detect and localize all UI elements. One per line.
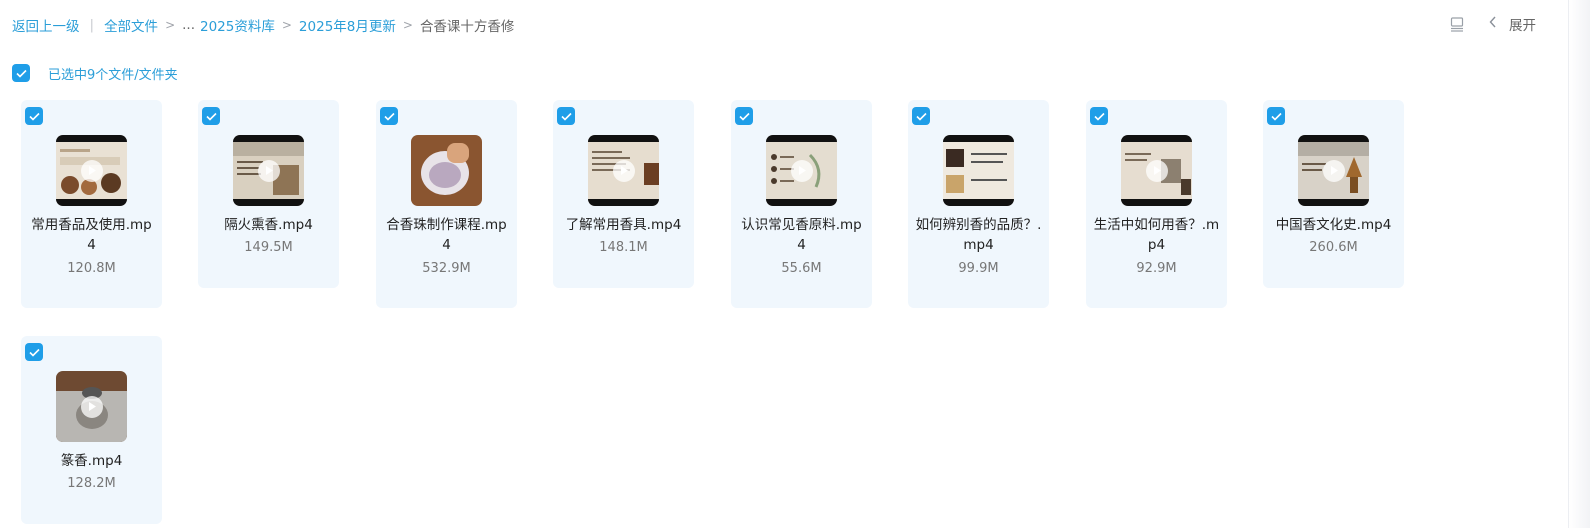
file-name[interactable]: 了解常用香具.mp4 [559, 215, 688, 235]
file-size: 148.1M [599, 240, 648, 255]
breadcrumb-ellipsis[interactable]: ... [182, 17, 195, 33]
file-checkbox[interactable] [735, 107, 753, 125]
file-size: 99.9M [958, 261, 999, 276]
file-card[interactable]: 了解常用香具.mp4 148.1M [553, 100, 694, 288]
file-name[interactable]: 认识常见香原料.mp4 [737, 215, 866, 255]
file-checkbox[interactable] [1267, 107, 1285, 125]
video-thumbnail[interactable] [56, 371, 127, 442]
file-checkbox[interactable] [380, 107, 398, 125]
file-name[interactable]: 中国香文化史.mp4 [1269, 215, 1398, 235]
file-size: 149.5M [244, 240, 293, 255]
file-card[interactable]: 常用香品及使用.mp4 120.8M [21, 100, 162, 308]
breadcrumb-separator: > [165, 18, 176, 32]
file-card[interactable]: 认识常见香原料.mp4 55.6M [731, 100, 872, 308]
file-card[interactable]: 如何辨别香的品质？.mp4 99.9M [908, 100, 1049, 308]
breadcrumb-separator: > [281, 18, 292, 32]
file-card[interactable]: 中国香文化史.mp4 260.6M [1263, 100, 1404, 288]
file-card[interactable]: 合香珠制作课程.mp4 532.9M [376, 100, 517, 308]
file-checkbox[interactable] [25, 107, 43, 125]
breadcrumb-level1[interactable]: 2025资料库 [200, 15, 275, 35]
file-size: 128.2M [67, 476, 116, 491]
file-card[interactable]: 篆香.mp4 128.2M [21, 336, 162, 524]
video-thumbnail[interactable] [1298, 135, 1369, 206]
file-checkbox[interactable] [1090, 107, 1108, 125]
play-icon [80, 395, 103, 418]
play-icon [80, 159, 103, 182]
file-size: 55.6M [781, 261, 822, 276]
breadcrumb-current: 合香课十方香修 [419, 19, 515, 35]
file-size: 532.9M [422, 261, 471, 276]
video-thumbnail[interactable] [588, 135, 659, 206]
video-thumbnail[interactable] [411, 135, 482, 206]
file-name[interactable]: 篆香.mp4 [27, 451, 156, 471]
scrollbar-track[interactable] [1568, 0, 1590, 528]
video-thumbnail[interactable] [233, 135, 304, 206]
select-all-checkbox[interactable] [12, 64, 30, 82]
file-name[interactable]: 如何辨别香的品质？.mp4 [914, 215, 1043, 255]
thumbnail-image [411, 135, 482, 206]
play-icon [257, 159, 280, 182]
play-icon [1322, 159, 1345, 182]
file-card[interactable]: 隔火熏香.mp4 149.5M [198, 100, 339, 288]
file-name[interactable]: 生活中如何用香？.mp4 [1092, 215, 1221, 255]
top-right-tools: 展开 [1449, 13, 1536, 35]
play-icon [612, 159, 635, 182]
file-name[interactable]: 常用香品及使用.mp4 [27, 215, 156, 255]
file-name[interactable]: 合香珠制作课程.mp4 [382, 215, 511, 255]
file-checkbox[interactable] [202, 107, 220, 125]
breadcrumb-all-files[interactable]: 全部文件 [104, 15, 158, 35]
file-card[interactable]: 生活中如何用香？.mp4 92.9M [1086, 100, 1227, 308]
file-checkbox[interactable] [557, 107, 575, 125]
expand-button[interactable]: 展开 [1489, 14, 1536, 34]
video-thumbnail[interactable] [766, 135, 837, 206]
list-view-icon[interactable] [1449, 16, 1465, 32]
thumbnail-image [943, 135, 1014, 206]
breadcrumb: 返回上一级 | 全部文件 > ... 2025资料库 > 2025年8月更新 >… [12, 15, 514, 35]
file-checkbox[interactable] [25, 343, 43, 361]
chevron-left-icon [1489, 16, 1497, 32]
play-icon [790, 159, 813, 182]
file-checkbox[interactable] [912, 107, 930, 125]
file-size: 92.9M [1136, 261, 1177, 276]
back-link[interactable]: 返回上一级 [12, 15, 80, 35]
breadcrumb-divider: | [89, 17, 95, 33]
file-name[interactable]: 隔火熏香.mp4 [204, 215, 333, 235]
breadcrumb-separator: > [402, 18, 413, 32]
video-thumbnail[interactable] [56, 135, 127, 206]
breadcrumb-level2[interactable]: 2025年8月更新 [299, 15, 396, 35]
file-size: 260.6M [1309, 240, 1358, 255]
play-icon [1145, 159, 1168, 182]
selection-count-text: 已选中9个文件/文件夹 [48, 67, 178, 83]
file-size: 120.8M [67, 261, 116, 276]
select-all-row: 已选中9个文件/文件夹 [12, 64, 178, 83]
video-thumbnail[interactable] [943, 135, 1014, 206]
video-thumbnail[interactable] [1121, 135, 1192, 206]
expand-label: 展开 [1509, 18, 1536, 34]
